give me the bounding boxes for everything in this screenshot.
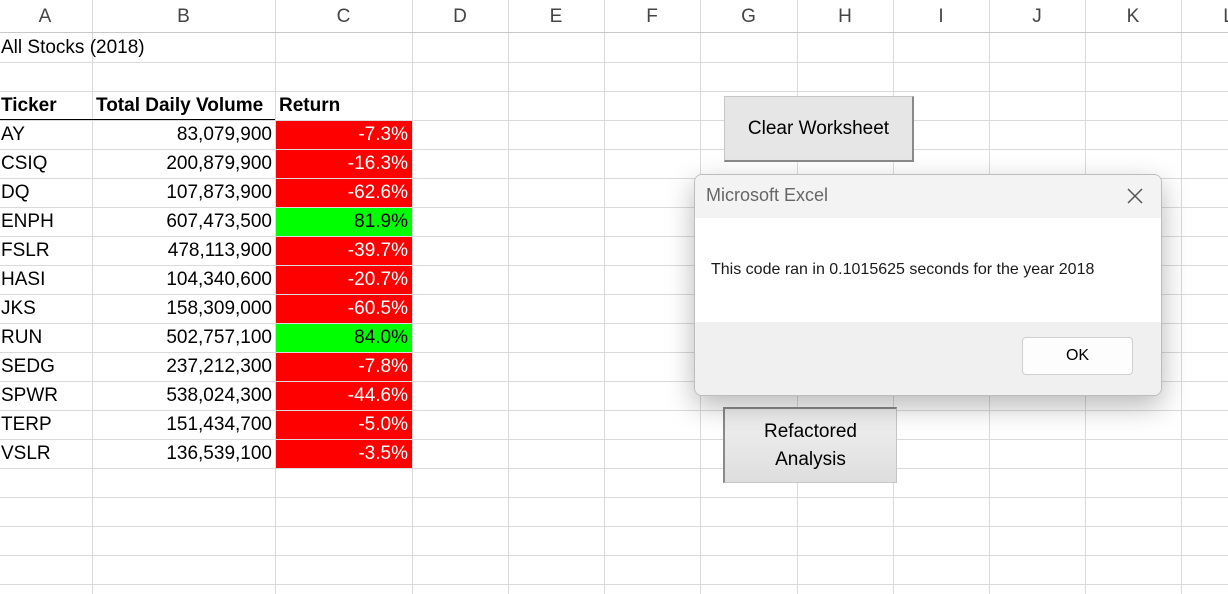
row-gridline [0,497,1228,498]
cell-ticker[interactable]: SEDG [1,353,91,381]
header-ticker[interactable]: Ticker [1,92,93,120]
cell-volume[interactable]: 607,473,500 [93,208,275,236]
cell-return[interactable]: -5.0% [276,411,412,439]
cell-volume[interactable]: 151,434,700 [93,411,275,439]
row-gridline [0,468,1228,469]
refactored-analysis-label-line2: Analysis [775,448,846,470]
row-gridline [0,526,1228,527]
cell-ticker[interactable]: VSLR [1,440,91,468]
cell-ticker[interactable]: DQ [1,179,91,207]
cell-return[interactable]: -7.8% [276,353,412,381]
cell-volume[interactable]: 83,079,900 [93,121,275,149]
cell-return[interactable]: -7.3% [276,121,412,149]
close-icon[interactable] [1125,186,1145,206]
cell-return[interactable]: -60.5% [276,295,412,323]
column-header-f[interactable]: F [604,0,700,33]
column-gridline [1181,0,1182,594]
sheet-title[interactable]: All Stocks (2018) [1,34,271,62]
row-gridline [0,584,1228,585]
column-header-b[interactable]: B [92,0,275,33]
cell-volume[interactable]: 136,539,100 [93,440,275,468]
column-header-c[interactable]: C [275,0,412,33]
column-header-j[interactable]: J [989,0,1085,33]
column-header-g[interactable]: G [700,0,797,33]
column-header-a[interactable]: A [0,0,92,33]
dialog-message: This code ran in 0.1015625 seconds for t… [711,261,1095,278]
cell-volume[interactable]: 237,212,300 [93,353,275,381]
dialog-footer: OK [695,322,1161,395]
cell-ticker[interactable]: HASI [1,266,91,294]
cell-volume[interactable]: 158,309,000 [93,295,275,323]
message-box-dialog[interactable]: Microsoft Excel This code ran in 0.10156… [694,174,1162,396]
refactored-analysis-button[interactable]: Refactored Analysis [723,407,897,483]
cell-volume[interactable]: 200,879,900 [93,150,275,178]
column-header-h[interactable]: H [797,0,893,33]
cell-return[interactable]: 84.0% [276,324,412,352]
ok-button[interactable]: OK [1022,337,1133,375]
column-header-l[interactable]: L [1181,0,1228,33]
cell-ticker[interactable]: SPWR [1,382,91,410]
column-header-i[interactable]: I [893,0,989,33]
cell-volume[interactable]: 538,024,300 [93,382,275,410]
cell-ticker[interactable]: AY [1,121,91,149]
dialog-title: Microsoft Excel [706,185,829,205]
header-return[interactable]: Return [279,92,411,120]
row-gridline [0,555,1228,556]
cell-volume[interactable]: 107,873,900 [93,179,275,207]
column-header-k[interactable]: K [1085,0,1181,33]
cell-return[interactable]: -39.7% [276,237,412,265]
refactored-analysis-label-line1: Refactored [764,420,857,442]
column-header-d[interactable]: D [412,0,508,33]
cell-return[interactable]: -44.6% [276,382,412,410]
column-gridline [412,0,413,594]
cell-return[interactable]: -62.6% [276,179,412,207]
column-gridline [604,0,605,594]
row-gridline [0,62,1228,63]
cell-ticker[interactable]: RUN [1,324,91,352]
cell-ticker[interactable]: CSIQ [1,150,91,178]
header-total-daily-volume[interactable]: Total Daily Volume [96,92,276,120]
cell-return[interactable]: -20.7% [276,266,412,294]
cell-ticker[interactable]: FSLR [1,237,91,265]
cell-ticker[interactable]: TERP [1,411,91,439]
cell-ticker[interactable]: JKS [1,295,91,323]
clear-worksheet-button[interactable]: Clear Worksheet [724,96,914,162]
header-underline [0,119,275,120]
cell-volume[interactable]: 478,113,900 [93,237,275,265]
cell-return[interactable]: -3.5% [276,440,412,468]
cell-volume[interactable]: 502,757,100 [93,324,275,352]
cell-volume[interactable]: 104,340,600 [93,266,275,294]
column-gridline [508,0,509,594]
cell-return[interactable]: 81.9% [276,208,412,236]
column-header-e[interactable]: E [508,0,604,33]
cell-return[interactable]: -16.3% [276,150,412,178]
cell-ticker[interactable]: ENPH [1,208,91,236]
dialog-titlebar[interactable]: Microsoft Excel [695,175,1161,218]
